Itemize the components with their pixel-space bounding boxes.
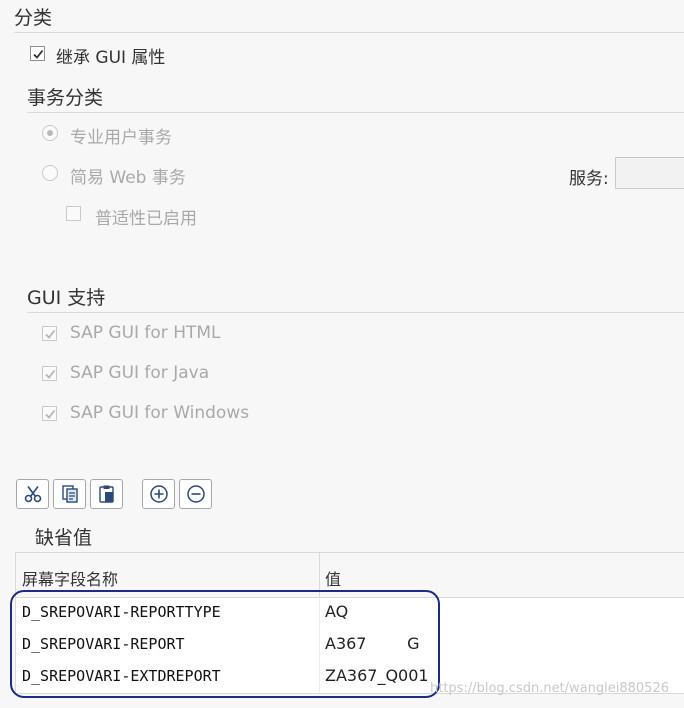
gui-windows-checkbox[interactable] bbox=[42, 406, 57, 421]
checkmark-icon bbox=[33, 49, 44, 59]
paste-button[interactable] bbox=[90, 479, 123, 509]
category-divider bbox=[14, 32, 684, 33]
watermark-text: https://blog.csdn.net/wanglei880526 bbox=[430, 681, 669, 696]
gui-windows-label: SAP GUI for Windows bbox=[70, 403, 250, 423]
copy-button[interactable] bbox=[53, 479, 86, 509]
gui-support-title: GUI 支持 bbox=[27, 287, 106, 309]
transaction-category-title: 事务分类 bbox=[27, 87, 104, 109]
default-values-title: 缺省值 bbox=[35, 527, 93, 549]
checkmark-icon bbox=[45, 369, 56, 379]
gui-support-divider bbox=[27, 312, 684, 313]
service-label: 服务: bbox=[569, 169, 609, 189]
annotation-highlight-ring bbox=[10, 590, 440, 698]
paste-icon bbox=[98, 485, 114, 503]
pervasive-enabled-checkbox[interactable] bbox=[66, 206, 81, 221]
column-header-value[interactable]: 值 bbox=[325, 566, 341, 590]
minus-circle-icon bbox=[186, 485, 205, 503]
scissors-icon bbox=[24, 486, 41, 503]
gui-html-checkbox[interactable] bbox=[42, 326, 57, 341]
plus-circle-icon bbox=[149, 485, 168, 503]
inherit-gui-checkbox[interactable] bbox=[30, 46, 45, 61]
checkmark-icon bbox=[45, 409, 56, 419]
add-row-button[interactable] bbox=[142, 479, 175, 509]
copy-icon bbox=[61, 485, 78, 503]
radio-professional-user-transaction[interactable] bbox=[42, 125, 58, 141]
gui-java-label: SAP GUI for Java bbox=[70, 363, 210, 383]
gui-html-label: SAP GUI for HTML bbox=[70, 323, 221, 343]
radio-easy-web-transaction[interactable] bbox=[42, 165, 58, 181]
checkmark-icon bbox=[45, 329, 56, 339]
service-input[interactable] bbox=[615, 157, 684, 189]
column-header-field-name[interactable]: 屏幕字段名称 bbox=[22, 566, 118, 590]
inherit-gui-label: 继承 GUI 属性 bbox=[56, 48, 166, 68]
remove-row-button[interactable] bbox=[179, 479, 212, 509]
category-title: 分类 bbox=[14, 7, 53, 29]
transaction-category-divider bbox=[27, 112, 684, 113]
cut-button[interactable] bbox=[16, 479, 49, 509]
radio-professional-label: 专业用户事务 bbox=[70, 128, 172, 148]
gui-java-checkbox[interactable] bbox=[42, 366, 57, 381]
pervasive-enabled-label: 普适性已启用 bbox=[95, 209, 197, 229]
radio-easy-web-label: 简易 Web 事务 bbox=[70, 168, 186, 188]
